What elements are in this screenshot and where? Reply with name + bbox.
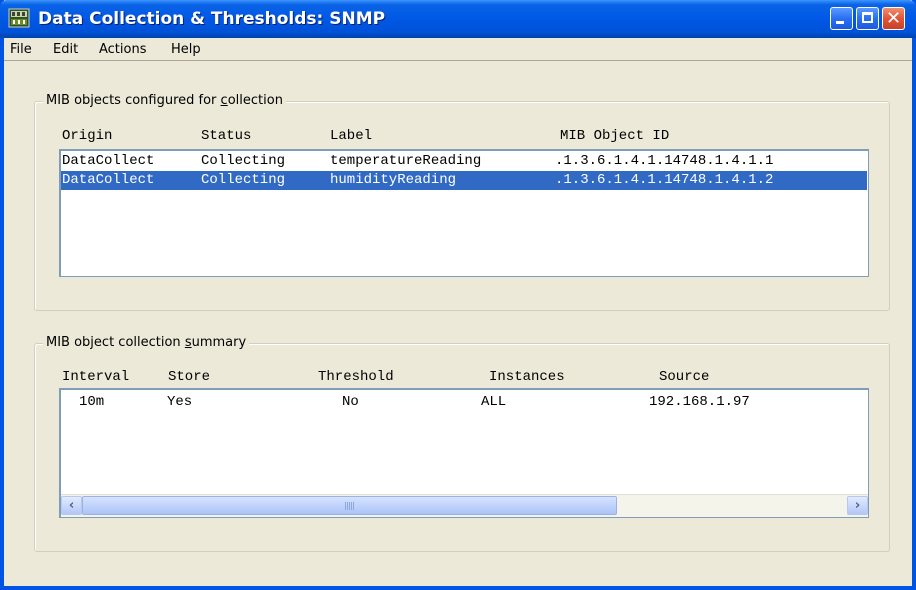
menu-actions[interactable]: Actions bbox=[99, 42, 147, 57]
app-icon[interactable] bbox=[8, 8, 30, 28]
menu-bar: File Edit Actions Help bbox=[4, 38, 912, 60]
chevron-right-icon: › bbox=[854, 498, 861, 513]
menu-help[interactable]: Help bbox=[171, 42, 201, 57]
title-bar[interactable]: Data Collection & Thresholds: SNMP ✕ bbox=[0, 0, 916, 38]
list-item[interactable]: DataCollect Collecting temperatureReadin… bbox=[61, 152, 867, 171]
minimize-icon bbox=[836, 21, 844, 24]
chevron-left-icon: ‹ bbox=[68, 498, 75, 513]
menu-file[interactable]: File bbox=[10, 42, 32, 57]
column-header-interval[interactable]: Interval bbox=[62, 369, 129, 385]
close-button[interactable]: ✕ bbox=[882, 7, 905, 30]
maximize-button[interactable] bbox=[856, 7, 879, 30]
origin-cell: DataCollect bbox=[62, 153, 155, 169]
threshold-cell: No bbox=[342, 394, 359, 410]
scrollbar-thumb[interactable] bbox=[82, 496, 617, 515]
collection-summary-group-label: MIB object collection summary bbox=[43, 335, 250, 350]
scroll-left-button[interactable]: ‹ bbox=[61, 496, 82, 515]
column-header-origin[interactable]: Origin bbox=[62, 128, 112, 144]
list-item[interactable]: 10m Yes No ALL 192.168.1.97 bbox=[61, 393, 867, 412]
collection-summary-group: MIB object collection summary Interval S… bbox=[34, 335, 890, 552]
oid-cell: .1.3.6.1.4.1.14748.1.4.1.1 bbox=[555, 153, 774, 169]
label-cell: humidityReading bbox=[330, 172, 457, 188]
status-cell: Collecting bbox=[201, 172, 286, 188]
collection-summary-list[interactable]: 10m Yes No ALL 192.168.1.97 ‹ › bbox=[59, 388, 869, 518]
mib-objects-group-label: MIB objects configured for collection bbox=[43, 93, 286, 108]
menu-edit[interactable]: Edit bbox=[53, 42, 78, 57]
window-title: Data Collection & Thresholds: SNMP bbox=[38, 9, 386, 29]
mib-objects-list[interactable]: DataCollect Collecting temperatureReadin… bbox=[59, 149, 869, 277]
scroll-right-button[interactable]: › bbox=[847, 496, 868, 515]
column-header-threshold[interactable]: Threshold bbox=[318, 369, 394, 385]
oid-cell: .1.3.6.1.4.1.14748.1.4.1.2 bbox=[555, 172, 774, 188]
list-item-selected[interactable]: DataCollect Collecting humidityReading .… bbox=[61, 171, 867, 190]
interval-cell: 10m bbox=[79, 394, 105, 410]
status-cell: Collecting bbox=[201, 153, 286, 169]
column-header-status[interactable]: Status bbox=[201, 128, 251, 144]
origin-cell: DataCollect bbox=[62, 172, 155, 188]
source-cell: 192.168.1.97 bbox=[649, 394, 750, 410]
grip-icon bbox=[344, 502, 355, 510]
column-header-mib-object-id[interactable]: MIB Object ID bbox=[560, 128, 669, 144]
main-content: MIB objects configured for collection Or… bbox=[4, 60, 912, 587]
snmp-window: Data Collection & Thresholds: SNMP ✕ Fil… bbox=[0, 0, 916, 590]
mib-objects-group: MIB objects configured for collection Or… bbox=[34, 93, 890, 311]
column-header-instances[interactable]: Instances bbox=[489, 369, 565, 385]
minimize-button[interactable] bbox=[830, 7, 853, 30]
horizontal-scrollbar[interactable]: ‹ › bbox=[61, 494, 868, 517]
column-header-source[interactable]: Source bbox=[659, 369, 709, 385]
store-cell: Yes bbox=[167, 394, 193, 410]
label-cell: temperatureReading bbox=[330, 153, 482, 169]
column-header-store[interactable]: Store bbox=[168, 369, 210, 385]
column-header-label[interactable]: Label bbox=[330, 128, 372, 144]
maximize-icon bbox=[862, 12, 873, 23]
instances-cell: ALL bbox=[481, 394, 507, 410]
close-icon: ✕ bbox=[885, 8, 902, 29]
